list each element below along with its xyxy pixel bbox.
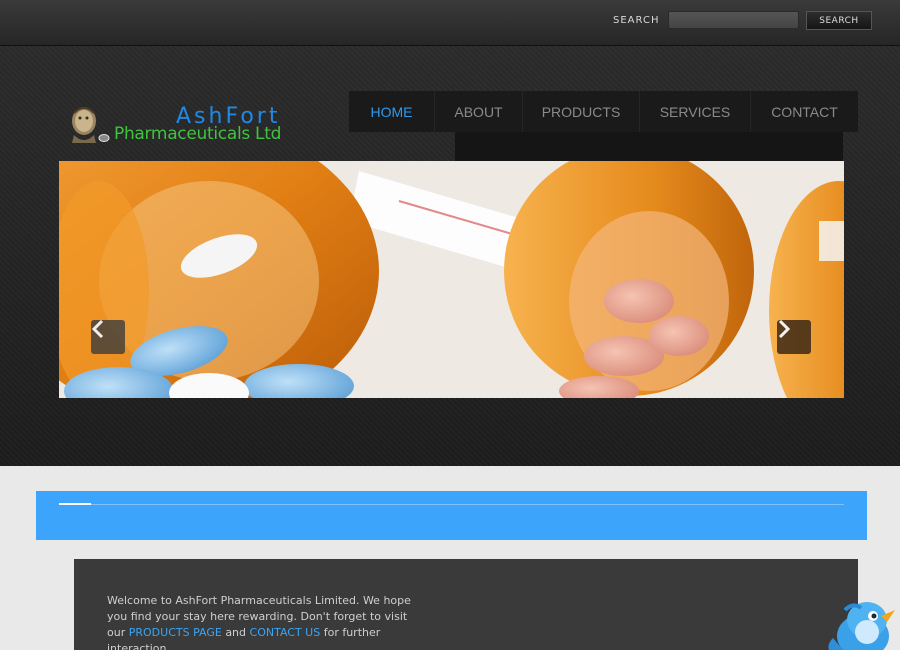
nav-home[interactable]: HOME: [349, 91, 435, 132]
welcome-and: and: [225, 626, 247, 639]
main-nav: HOME ABOUT PRODUCTS SERVICES CONTACT: [349, 91, 858, 132]
chevron-right-icon: [778, 320, 791, 338]
search-label: SEARCH: [613, 15, 660, 26]
top-bar: SEARCH SEARCH: [0, 0, 900, 46]
search-input[interactable]: [668, 11, 799, 29]
slide-image-pill-bottles: [59, 161, 844, 398]
nav-contact[interactable]: CONTACT: [751, 91, 858, 132]
nav-services[interactable]: SERVICES: [640, 91, 751, 132]
image-slider: [59, 161, 844, 398]
site-logo[interactable]: AshFort Pharmaceuticals Ltd: [66, 105, 306, 145]
contact-us-link[interactable]: CONTACT US: [250, 626, 321, 639]
products-page-link[interactable]: PRODUCTS PAGE: [129, 626, 222, 639]
content-banner: [36, 491, 867, 540]
slider-next-button[interactable]: [777, 320, 811, 354]
slider-prev-button[interactable]: [91, 320, 125, 354]
banner-divider: [59, 504, 844, 505]
welcome-panel: Welcome to AshFort Pharmaceuticals Limit…: [74, 559, 858, 650]
twitter-bird-icon[interactable]: [823, 598, 900, 650]
welcome-text: Welcome to AshFort Pharmaceuticals Limit…: [107, 593, 427, 650]
logo-head-icon: [72, 107, 110, 143]
banner-tick: [59, 503, 91, 505]
nav-dropdown-area: [455, 132, 843, 161]
chevron-left-icon: [91, 320, 104, 338]
search-button[interactable]: SEARCH: [806, 11, 872, 30]
logo-subtitle: Pharmaceuticals Ltd: [114, 124, 282, 144]
nav-about[interactable]: ABOUT: [435, 91, 523, 132]
nav-products[interactable]: PRODUCTS: [523, 91, 640, 132]
